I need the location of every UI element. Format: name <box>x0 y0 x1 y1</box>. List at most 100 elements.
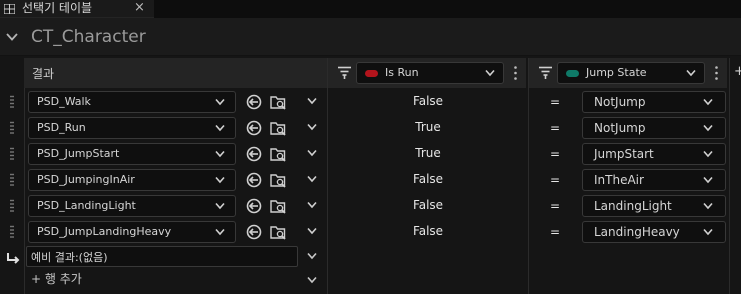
kebab-menu-icon[interactable] <box>514 66 517 80</box>
jump-state-select[interactable]: NotJump <box>582 91 726 113</box>
table-row: PSD_JumpingInAir <box>24 167 327 193</box>
chevron-down-icon <box>215 176 225 184</box>
chevron-down-icon[interactable] <box>307 276 317 284</box>
result-asset-label: PSD_JumpStart <box>37 147 120 160</box>
jump-state-select[interactable]: LandingHeavy <box>582 221 726 243</box>
drag-handle-icon[interactable] <box>10 173 14 187</box>
tab-selector-table[interactable]: 선택기 테이블 × <box>0 0 154 18</box>
jump-state-select[interactable]: InTheAir <box>582 169 726 191</box>
asset-header: CT_Character <box>0 18 741 56</box>
fallback-result-select[interactable]: 예비 결과:(없음) <box>26 246 298 267</box>
back-arrow-icon[interactable] <box>246 198 262 214</box>
jump-state-select[interactable]: LandingLight <box>582 195 726 217</box>
column-label: Jump State <box>586 66 647 79</box>
chevron-down-icon[interactable] <box>307 252 317 260</box>
chevron-down-icon[interactable] <box>307 149 317 157</box>
column-header-is-run: Is Run <box>328 58 526 88</box>
browse-folder-icon[interactable] <box>270 198 286 214</box>
result-asset-select[interactable]: PSD_Run <box>28 117 236 139</box>
equals-operator: = <box>550 147 561 161</box>
is-run-value[interactable]: False <box>330 94 526 108</box>
fallback-result-label: 예비 결과:(없음) <box>31 251 108 264</box>
equals-operator: = <box>550 173 561 187</box>
chevron-down-icon <box>215 124 225 132</box>
browse-folder-icon[interactable] <box>270 224 286 240</box>
table-row: PSD_Run <box>24 115 327 141</box>
jump-state-label: LandingLight <box>594 199 672 213</box>
filter-icon[interactable] <box>539 66 552 79</box>
jump-state-column-select[interactable]: Jump State <box>557 62 705 84</box>
boolean-pin-color-icon <box>365 70 378 77</box>
enum-pin-color-icon <box>566 70 579 77</box>
chevron-down-icon[interactable] <box>307 123 317 131</box>
chevron-down-icon <box>215 150 225 158</box>
result-asset-select[interactable]: PSD_JumpStart <box>28 143 236 165</box>
drag-handle-icon[interactable] <box>10 95 14 109</box>
jump-state-label: InTheAir <box>594 173 644 187</box>
is-run-value[interactable]: False <box>330 172 526 186</box>
chevron-down-icon <box>703 228 713 236</box>
drag-handle-icon[interactable] <box>10 225 14 239</box>
browse-folder-icon[interactable] <box>270 172 286 188</box>
back-arrow-icon[interactable] <box>246 224 262 240</box>
column-header-jump-state: Jump State <box>529 58 727 88</box>
table-row: PSD_LandingLight <box>24 193 327 219</box>
result-asset-label: PSD_JumpingInAir <box>37 173 135 186</box>
result-column-header: 결과 <box>24 58 327 88</box>
chevron-down-icon <box>703 150 713 158</box>
back-arrow-icon[interactable] <box>246 146 262 162</box>
asset-title: CT_Character <box>31 27 146 47</box>
equals-operator: = <box>550 95 561 109</box>
jump-state-label: NotJump <box>594 121 646 135</box>
result-asset-select[interactable]: PSD_JumpLandingHeavy <box>28 221 236 243</box>
chevron-down-icon <box>215 228 225 236</box>
chevron-down-icon[interactable] <box>307 175 317 183</box>
equals-operator: = <box>550 199 561 213</box>
column-label: Is Run <box>385 66 419 79</box>
is-run-value[interactable]: False <box>330 198 526 212</box>
add-column-button[interactable]: + <box>734 64 741 79</box>
chevron-down-icon <box>485 69 495 77</box>
jump-state-label: LandingHeavy <box>594 225 680 239</box>
result-asset-label: PSD_Run <box>37 121 86 134</box>
browse-folder-icon[interactable] <box>270 146 286 162</box>
chevron-down-icon[interactable] <box>307 227 317 235</box>
table-grid-icon <box>4 4 15 14</box>
tab-close-button[interactable]: × <box>134 0 145 15</box>
drag-handle-icon[interactable] <box>10 121 14 135</box>
column-divider <box>327 58 328 294</box>
result-asset-select[interactable]: PSD_JumpingInAir <box>28 169 236 191</box>
drag-handle-icon[interactable] <box>10 147 14 161</box>
add-row-button[interactable]: + 행 추가 <box>31 270 82 287</box>
collapse-chevron-icon[interactable] <box>6 31 18 43</box>
chevron-down-icon[interactable] <box>307 201 317 209</box>
is-run-value[interactable]: True <box>330 146 526 160</box>
result-asset-select[interactable]: PSD_LandingLight <box>28 195 236 217</box>
back-arrow-icon[interactable] <box>246 94 262 110</box>
jump-state-label: JumpStart <box>594 147 654 161</box>
chevron-down-icon[interactable] <box>307 97 317 105</box>
chevron-down-icon <box>703 124 713 132</box>
browse-folder-icon[interactable] <box>270 94 286 110</box>
table-row: PSD_JumpStart <box>24 141 327 167</box>
result-asset-label: PSD_Walk <box>37 95 91 108</box>
chevron-down-icon <box>686 69 696 77</box>
browse-folder-icon[interactable] <box>270 120 286 136</box>
kebab-menu-icon[interactable] <box>715 66 718 80</box>
result-header-label: 결과 <box>32 67 55 81</box>
result-asset-select[interactable]: PSD_Walk <box>28 91 236 113</box>
back-arrow-icon[interactable] <box>246 172 262 188</box>
is-run-value[interactable]: False <box>330 224 526 238</box>
drag-handle-icon[interactable] <box>10 199 14 213</box>
tab-bar: 선택기 테이블 × <box>0 0 741 18</box>
jump-state-select[interactable]: NotJump <box>582 117 726 139</box>
table-row: PSD_JumpLandingHeavy <box>24 219 327 245</box>
jump-state-select[interactable]: JumpStart <box>582 143 726 165</box>
is-run-value[interactable]: True <box>330 120 526 134</box>
is-run-column-select[interactable]: Is Run <box>356 62 504 84</box>
tab-title: 선택기 테이블 <box>22 1 93 15</box>
chevron-down-icon <box>703 98 713 106</box>
chevron-down-icon <box>215 202 225 210</box>
back-arrow-icon[interactable] <box>246 120 262 136</box>
filter-icon[interactable] <box>338 66 351 79</box>
